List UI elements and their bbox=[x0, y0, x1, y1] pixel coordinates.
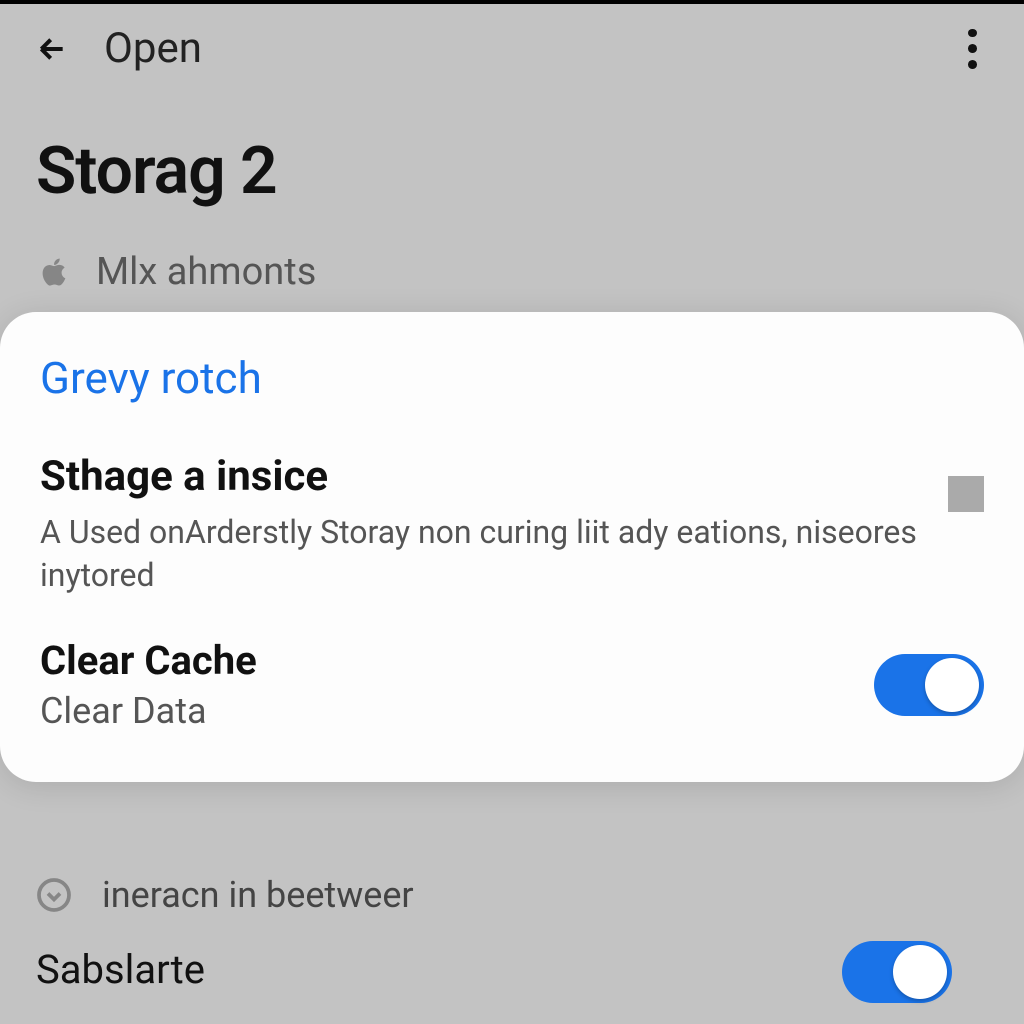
below-content: ineracn in beetweer Sabslarte bbox=[0, 874, 1024, 999]
toggle-switch[interactable] bbox=[842, 941, 952, 1003]
more-vert-icon bbox=[968, 29, 977, 38]
more-options-button[interactable] bbox=[952, 29, 992, 69]
back-arrow-icon bbox=[36, 33, 68, 65]
checkbox[interactable] bbox=[948, 476, 984, 512]
list-item[interactable]: ineracn in beetweer bbox=[36, 874, 988, 916]
toolbar-title: Open bbox=[104, 24, 920, 73]
chevron-down-icon bbox=[36, 877, 72, 913]
setting-row-storage[interactable]: Sthage a insice A Used onArderstly Stora… bbox=[40, 452, 984, 597]
list-item[interactable]: Mlx ahmonts bbox=[0, 230, 1024, 314]
toolbar: Open bbox=[0, 4, 1024, 93]
setting-primary-label: Sthage a insice bbox=[40, 452, 928, 501]
page-title: Storag 2 bbox=[0, 93, 1024, 230]
list-item-label: ineracn in beetweer bbox=[102, 874, 414, 916]
setting-secondary-label: A Used onArderstly Storay non curing lii… bbox=[40, 511, 928, 597]
toggle-knob bbox=[893, 945, 947, 999]
setting-secondary-label: Clear Data bbox=[40, 690, 257, 732]
setting-primary-label: Clear Cache bbox=[40, 637, 257, 684]
list-item-label: Mlx ahmonts bbox=[96, 250, 316, 294]
sheet-title: Grevy rotch bbox=[40, 352, 984, 404]
bottom-sheet: Grevy rotch Sthage a insice A Used onArd… bbox=[0, 312, 1024, 782]
back-button[interactable] bbox=[32, 29, 72, 69]
app-icon bbox=[36, 254, 72, 290]
toggle-knob bbox=[925, 658, 979, 712]
toggle-switch[interactable] bbox=[874, 654, 984, 716]
setting-row-clear-cache[interactable]: Clear Cache Clear Data bbox=[40, 637, 984, 732]
